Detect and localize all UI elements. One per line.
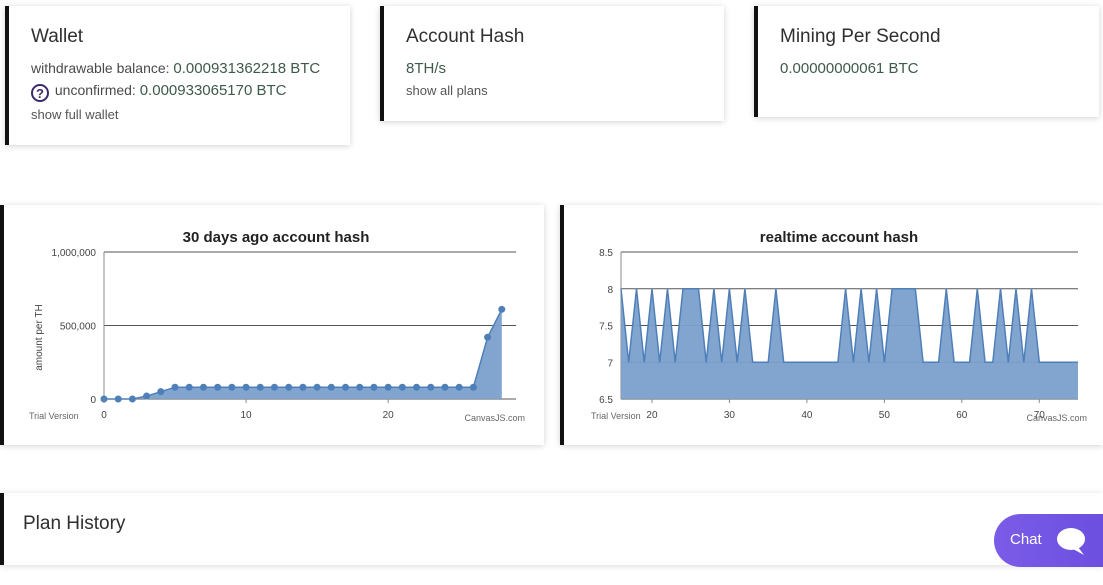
data-point — [384, 383, 392, 391]
data-point — [299, 383, 307, 391]
mining-value: 0.00000000061 BTC — [780, 60, 919, 77]
chat-bubble-icon — [1057, 528, 1085, 555]
chat-button[interactable]: Chat — [994, 514, 1103, 567]
data-point — [469, 383, 477, 391]
data-point — [171, 383, 179, 391]
unconfirmed-row: ? unconfirmed: 0.000933065170 BTC — [31, 82, 287, 102]
y-tick-label: 0 — [90, 395, 96, 406]
plan-history-card: Plan History — [0, 493, 1103, 565]
data-point — [498, 305, 506, 313]
area-fill — [621, 288, 1078, 399]
mining-per-second-card: Mining Per Second 0.00000000061 BTC — [754, 6, 1099, 117]
x-tick-label: 10 — [241, 410, 253, 421]
data-point — [370, 383, 378, 391]
watermark-canvasjs: CanvasJS.com — [1026, 413, 1087, 423]
watermark-trial: Trial Version — [591, 411, 641, 421]
data-point — [413, 383, 421, 391]
account-hash-value: 8TH/s — [406, 60, 447, 77]
data-point — [256, 383, 264, 391]
data-point — [441, 383, 449, 391]
show-full-wallet-link[interactable]: show full wallet — [31, 107, 118, 122]
wallet-title: Wallet — [31, 26, 84, 47]
data-point — [356, 383, 364, 391]
y-tick-label: 500,000 — [60, 322, 97, 333]
y-tick-label: 8.5 — [599, 248, 613, 259]
y-tick-label: 6.5 — [599, 395, 613, 406]
x-tick-label: 20 — [646, 410, 658, 421]
data-point — [484, 333, 492, 341]
unconfirmed-value: 0.000933065170 BTC — [139, 82, 287, 99]
data-point — [270, 383, 278, 391]
unconfirmed-label: unconfirmed: — [54, 82, 136, 98]
data-point — [285, 383, 293, 391]
withdrawable-label: withdrawable balance: — [31, 60, 170, 76]
y-tick-label: 7.5 — [599, 322, 613, 333]
chart-30-days-account-hash: 30 days ago account hash 0 500,000 1,000,00… — [29, 229, 525, 423]
data-point — [199, 383, 207, 391]
account-hash-title: Account Hash — [406, 26, 525, 47]
y-axis-label: amount per TH — [34, 304, 45, 371]
chart-title: 30 days ago account hash — [183, 229, 370, 246]
data-point — [342, 383, 350, 391]
data-point — [128, 395, 136, 403]
x-tick-label: 30 — [724, 410, 736, 421]
data-point — [114, 395, 122, 403]
withdrawable-value: 0.000931362218 BTC — [173, 60, 321, 77]
chat-label: Chat — [1010, 531, 1042, 548]
chart-title: realtime account hash — [760, 229, 918, 246]
y-tick-label: 8 — [607, 285, 613, 296]
wallet-card: Wallet withdrawable balance: 0.000931362… — [5, 6, 350, 145]
show-all-plans-link[interactable]: show all plans — [406, 83, 488, 98]
account-hash-card: Account Hash 8TH/s show all plans — [380, 6, 724, 121]
mining-title: Mining Per Second — [780, 26, 941, 47]
data-point — [185, 383, 193, 391]
y-tick-label: 1,000,000 — [52, 248, 97, 259]
x-tick-label: 0 — [101, 410, 107, 421]
chart-realtime-account-hash: realtime account hash 6.5 7 7.5 8 8.5 20 30 40 50… — [591, 229, 1087, 423]
data-point — [157, 388, 165, 396]
x-tick-label: 60 — [956, 410, 968, 421]
y-tick-label: 7 — [607, 358, 613, 369]
data-point — [455, 383, 463, 391]
data-point — [228, 383, 236, 391]
data-point — [214, 383, 222, 391]
watermark-trial: Trial Version — [29, 411, 79, 421]
question-circle-icon[interactable]: ? — [31, 84, 49, 102]
x-tick-label: 50 — [879, 410, 891, 421]
data-point — [427, 383, 435, 391]
data-point — [242, 383, 250, 391]
data-point — [143, 392, 151, 400]
data-point — [313, 383, 321, 391]
plan-history-title: Plan History — [23, 513, 126, 534]
chart-card-30-days: 30 days ago account hash 0 500,000 1,000,00… — [0, 205, 544, 445]
watermark-canvasjs: CanvasJS.com — [464, 413, 525, 423]
x-tick-label: 40 — [801, 410, 813, 421]
data-point — [398, 383, 406, 391]
withdrawable-balance-row: withdrawable balance: 0.000931362218 BTC — [31, 60, 320, 77]
x-tick-label: 20 — [383, 410, 395, 421]
chart-card-realtime: realtime account hash 6.5 7 7.5 8 8.5 20 30 40 50… — [560, 205, 1103, 445]
data-point — [327, 383, 335, 391]
